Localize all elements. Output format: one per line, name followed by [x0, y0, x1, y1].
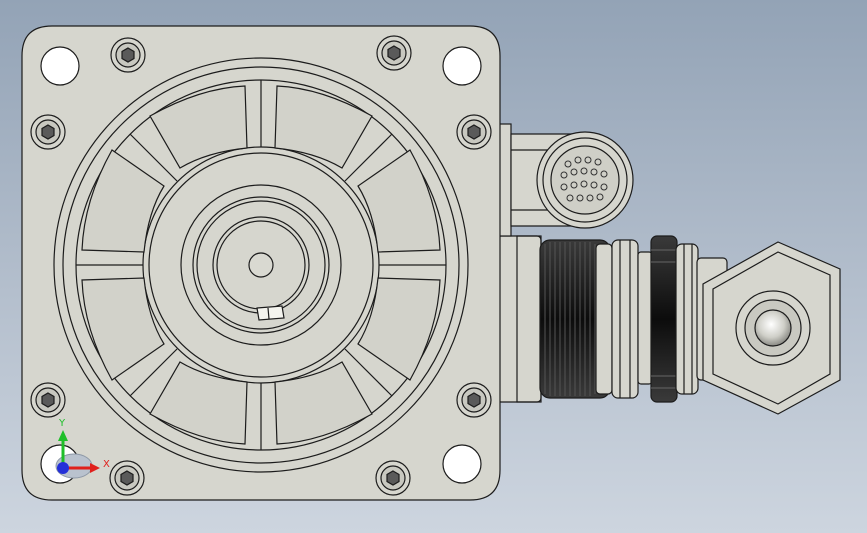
screw-top-left-icon — [110, 37, 146, 73]
x-axis-label: X — [103, 459, 110, 470]
shaft-center-icon — [248, 252, 274, 278]
power-connector — [496, 235, 728, 403]
cad-viewport[interactable]: X Y — [0, 0, 867, 533]
screw-bottom-left-icon — [109, 460, 145, 496]
screw-top-right-icon — [376, 35, 412, 71]
screw-right-upper-icon — [456, 114, 492, 150]
cable-end-icon — [754, 309, 792, 347]
screw-left-upper-icon — [30, 114, 66, 150]
z-axis-dot-icon — [57, 462, 69, 474]
lock-ring — [650, 235, 678, 403]
shaft-key — [256, 305, 285, 321]
screw-right-lower-icon — [456, 382, 492, 418]
encoder-connector — [496, 123, 634, 237]
shaft-hub — [180, 184, 342, 346]
y-axis-label: Y — [58, 418, 66, 429]
motor-model[interactable]: X Y — [0, 0, 867, 533]
screw-bottom-right-icon — [375, 460, 411, 496]
screw-left-lower-icon — [30, 382, 66, 418]
